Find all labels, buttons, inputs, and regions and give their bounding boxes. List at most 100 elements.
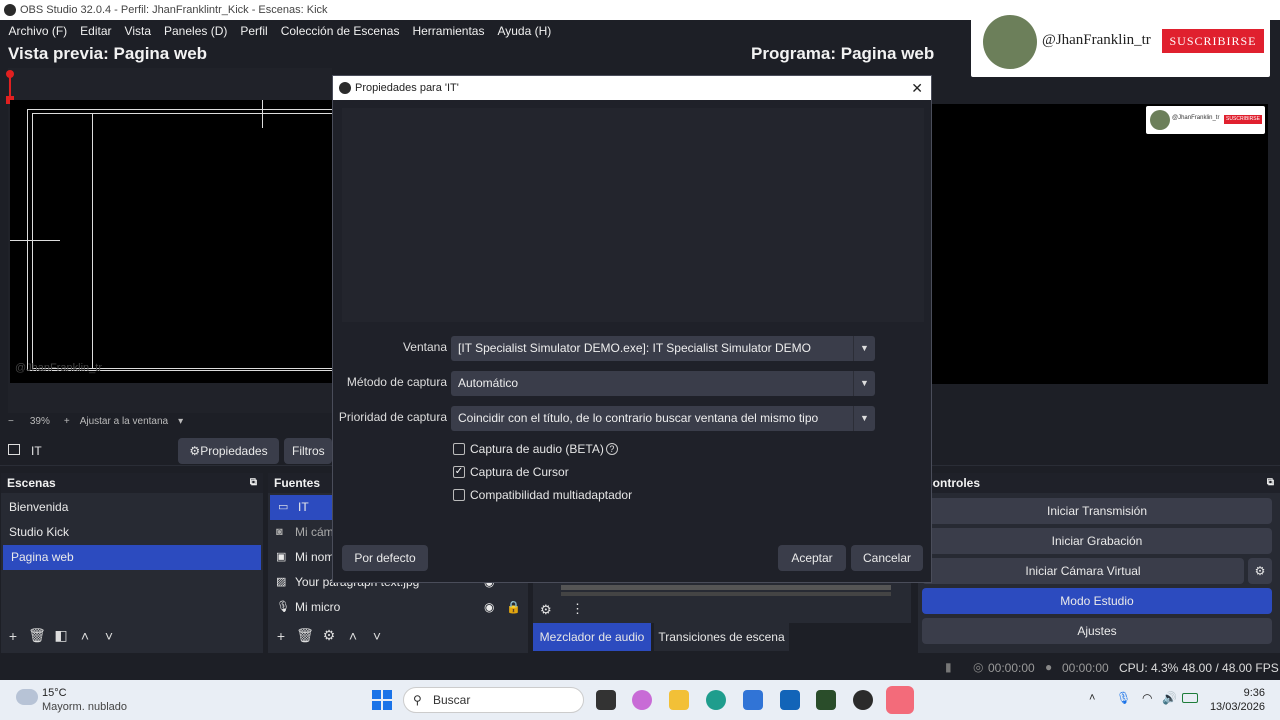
audio-capture-checkbox[interactable]: Captura de audio (BETA)? [453, 442, 618, 456]
preview-canvas[interactable]: @JhanFranklin_tr [10, 100, 342, 383]
app-icon[interactable] [816, 690, 836, 710]
menu-herramientas[interactable]: Herramientas [406, 24, 491, 38]
capture-priority-label: Prioridad de captura [338, 410, 447, 424]
fit-window-select[interactable]: Ajustar a la ventana [80, 416, 168, 427]
trash-icon[interactable]: 🗑 [25, 627, 49, 644]
help-icon[interactable]: ? [605, 443, 618, 455]
battery-icon[interactable] [1182, 693, 1198, 703]
menu-ayuda[interactable]: Ayuda (H) [491, 24, 558, 38]
opera-icon[interactable] [886, 686, 914, 714]
task-view-icon[interactable] [596, 690, 616, 710]
studio-mode-button[interactable]: Modo Estudio [922, 588, 1272, 614]
checkbox-box[interactable] [453, 489, 465, 501]
mixer-settings-icon[interactable]: ⚙ [540, 602, 552, 618]
volume-icon[interactable]: 🔊 [1162, 691, 1177, 705]
gear-icon: ⚙ [189, 444, 201, 458]
window-capture-icon [8, 444, 20, 455]
microphone-icon: 🎙 [276, 601, 290, 613]
zoom-in-button[interactable]: + [64, 416, 70, 427]
scene-item-selected[interactable]: Pagina web [3, 545, 261, 570]
capture-preview [342, 108, 924, 322]
channel-overlay: @JhanFranklin_tr SUSCRIBIRSE [971, 5, 1270, 77]
capture-method-select[interactable]: Automático ▼ [451, 371, 875, 396]
checkbox-box[interactable] [453, 443, 465, 455]
add-icon[interactable]: + [269, 628, 293, 644]
gear-icon[interactable]: ⚙ [317, 627, 341, 644]
window-select-value: [IT Specialist Simulator DEMO.exe]: IT S… [458, 341, 811, 355]
weather-desc: Mayorm. nublado [42, 701, 127, 713]
chevron-up-icon[interactable]: ˄ [1089, 692, 1095, 704]
window-select[interactable]: [IT Specialist Simulator DEMO.exe]: IT S… [451, 336, 875, 361]
menu-coleccion-escenas[interactable]: Colección de Escenas [274, 24, 406, 38]
chevron-down-icon[interactable]: ▾ [178, 416, 183, 427]
chevron-down-icon: ▼ [853, 371, 875, 396]
file-explorer-icon[interactable] [669, 690, 689, 710]
chevron-up-icon[interactable]: ˄ [73, 628, 97, 644]
scene-item[interactable]: Bienvenida [1, 495, 263, 520]
menu-perfil[interactable]: Perfil [234, 24, 274, 38]
undock-icon[interactable]: ⧉ [250, 473, 257, 493]
checkbox-box-checked[interactable]: ✓ [453, 466, 465, 478]
filters-button[interactable]: Filtros [284, 438, 332, 464]
source-bounds [32, 113, 342, 369]
zoom-out-button[interactable]: − [8, 416, 14, 427]
zoom-bar: − 39% + Ajustar a la ventana ▾ [0, 413, 332, 429]
search-box[interactable]: ⚲ Buscar [403, 687, 584, 713]
gear-icon[interactable]: ⚙ [1248, 558, 1272, 584]
weather-icon [16, 689, 38, 705]
store-icon[interactable] [743, 690, 763, 710]
fps-readout: 48.00 / 48.00 FPS [1182, 661, 1279, 675]
defaults-button[interactable]: Por defecto [342, 545, 428, 571]
microphone-icon[interactable]: 🎙 [1116, 691, 1131, 705]
properties-button[interactable]: ⚙Propiedades [178, 438, 279, 464]
taskbar: 15°C Mayorm. nublado ⚲ Buscar ˄ 🎙 ◠ 🔊 9:3… [0, 680, 1280, 720]
close-icon[interactable]: ✕ [911, 76, 923, 100]
copilot-icon[interactable] [632, 690, 652, 710]
cursor-capture-checkbox[interactable]: ✓ Captura de Cursor [453, 465, 569, 479]
signal-icon: ▮ [945, 660, 952, 674]
scene-item[interactable]: Studio Kick [1, 520, 263, 545]
program-canvas: @JhanFranklin_tr SUSCRIBIRSE [932, 104, 1268, 384]
small-handle: @JhanFranklin_tr [1172, 115, 1220, 121]
wifi-icon[interactable]: ◠ [1142, 691, 1152, 705]
multiadapter-checkbox[interactable]: Compatibilidad multiadaptador [453, 488, 632, 502]
cpu-usage: CPU: 4.3% [1119, 661, 1179, 675]
tab-scene-transitions[interactable]: Transiciones de escena [654, 623, 789, 651]
preview-title: Vista previa: Pagina web [8, 44, 208, 63]
capture-priority-select[interactable]: Coincidir con el título, de lo contrario… [451, 406, 875, 431]
start-virtual-camera-button[interactable]: Iniciar Cámara Virtual [922, 558, 1244, 584]
scenes-title-text: Escenas [7, 476, 56, 490]
obs-icon[interactable] [853, 690, 873, 710]
trash-icon[interactable]: 🗑 [293, 627, 317, 644]
ok-button[interactable]: Aceptar [778, 545, 846, 571]
start-stream-button[interactable]: Iniciar Transmisión [922, 498, 1272, 524]
filter-icon[interactable]: ◧ [49, 627, 73, 644]
start-record-button[interactable]: Iniciar Grabación [922, 528, 1272, 554]
settings-button[interactable]: Ajustes [922, 618, 1272, 644]
lock-icon[interactable]: 🔒 [506, 595, 521, 620]
outlook-icon[interactable] [780, 690, 800, 710]
chevron-down-icon[interactable]: ˅ [365, 628, 389, 644]
edge-icon[interactable] [706, 690, 726, 710]
dialog-title: Propiedades para 'IT' [355, 82, 459, 94]
chevron-up-icon[interactable]: ˄ [341, 628, 365, 644]
cancel-button[interactable]: Cancelar [851, 545, 923, 571]
menu-archivo[interactable]: Archivo (F) [2, 24, 74, 38]
chevron-down-icon[interactable]: ˅ [97, 628, 121, 644]
audio-capture-label: Captura de audio (BETA) [470, 442, 604, 456]
menu-editar[interactable]: Editar [74, 24, 118, 38]
undock-icon[interactable]: ⧉ [1267, 473, 1274, 493]
more-icon[interactable]: ⋮ [571, 601, 584, 617]
windows-start-icon[interactable] [372, 690, 392, 710]
menu-vista[interactable]: Vista [118, 24, 157, 38]
source-item[interactable]: 🎙 Mi micro ◉ 🔒 [268, 595, 528, 620]
menu-paneles[interactable]: Paneles (D) [158, 24, 234, 38]
add-icon[interactable]: + [1, 628, 25, 644]
eye-icon[interactable]: ◉ [484, 595, 494, 620]
audio-mixer-panel: ⚙ ⋮ [533, 583, 911, 623]
tab-audio-mixer[interactable]: Mezclador de audio [533, 623, 651, 651]
search-placeholder: Buscar [433, 693, 471, 707]
source-label: IT [298, 500, 309, 514]
program-title: Programa: Pagina web [751, 44, 935, 63]
multiadapter-label: Compatibilidad multiadaptador [470, 488, 633, 502]
